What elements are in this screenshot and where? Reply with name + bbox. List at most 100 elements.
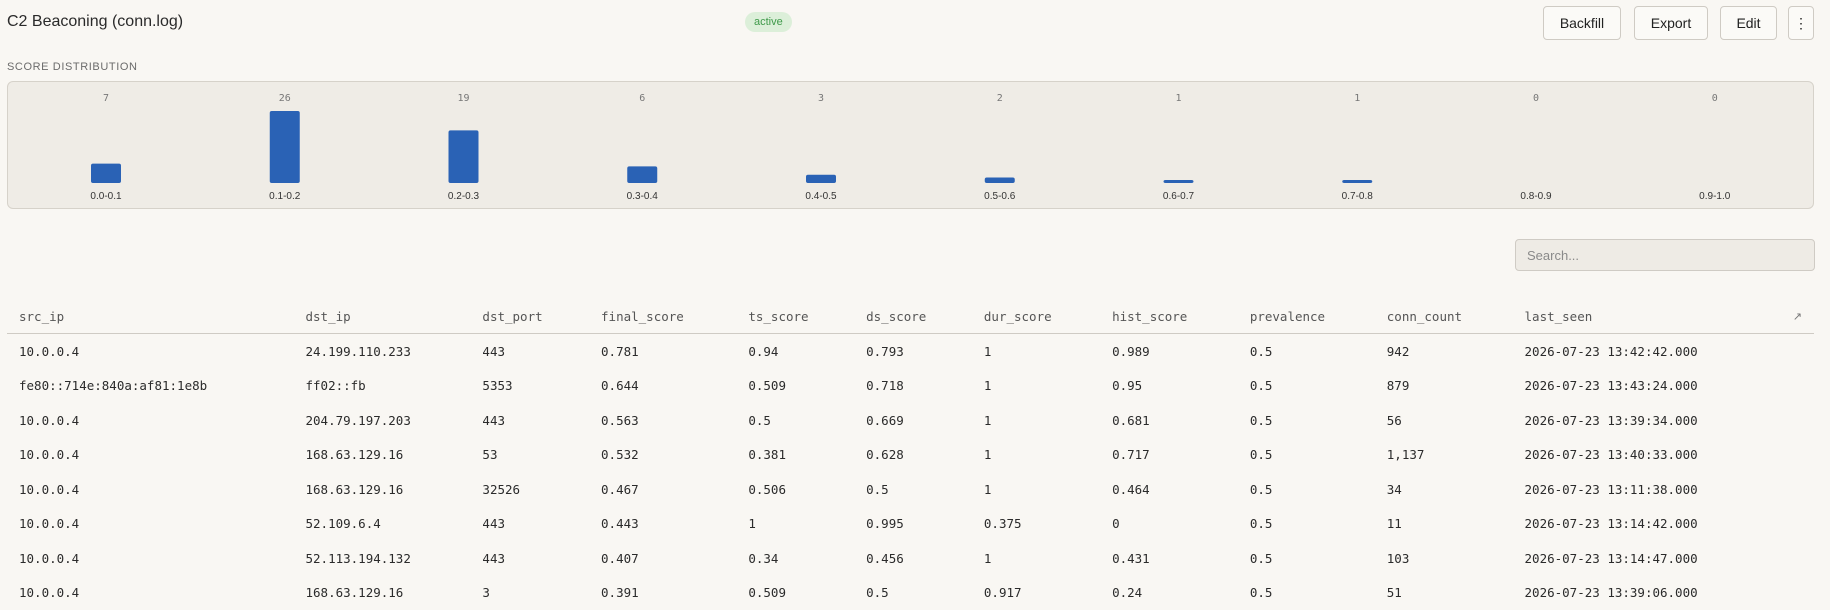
cell-prevalence: 0.5 [1238, 334, 1375, 369]
bar-category-label: 0.1-0.2 [269, 191, 301, 202]
bar-category-label: 0.5-0.6 [984, 191, 1016, 202]
bar-category-label: 0.4-0.5 [805, 191, 837, 202]
row-filler [1781, 541, 1814, 576]
bar-count-label: 1 [1175, 93, 1181, 104]
score-distribution-label: SCORE DISTRIBUTION [7, 61, 138, 73]
cell-final-score: 0.443 [589, 507, 736, 542]
cell-conn-count: 942 [1375, 334, 1513, 369]
score-distribution-chart: 70.0-0.1260.1-0.2190.2-0.360.3-0.430.4-0… [7, 81, 1814, 209]
expand-icon[interactable]: ↗ [1781, 300, 1814, 334]
row-filler [1781, 334, 1814, 369]
histogram-bar[interactable] [449, 130, 479, 183]
table-row[interactable]: 10.0.0.4168.63.129.1630.3910.5090.50.917… [7, 576, 1814, 610]
cell-dst-ip: ff02::fb [294, 369, 471, 404]
cell-hist-score: 0.717 [1100, 438, 1238, 473]
histogram-bar[interactable] [806, 175, 836, 183]
row-filler [1781, 438, 1814, 473]
cell-dst-port: 3 [470, 576, 589, 610]
table-row[interactable]: 10.0.0.424.199.110.2334430.7810.940.7931… [7, 334, 1814, 369]
cell-ds-score: 0.669 [854, 403, 972, 438]
row-filler [1781, 472, 1814, 507]
cell-final-score: 0.391 [589, 576, 736, 610]
cell-hist-score: 0.24 [1100, 576, 1238, 610]
histogram-bar[interactable] [1342, 180, 1372, 183]
bar-count-label: 6 [639, 93, 645, 104]
column-header-hist-score[interactable]: hist_score [1100, 300, 1238, 334]
cell-conn-count: 103 [1375, 541, 1513, 576]
bar-category-label: 0.7-0.8 [1342, 191, 1374, 202]
cell-conn-count: 34 [1375, 472, 1513, 507]
cell-src-ip: 10.0.0.4 [7, 438, 294, 473]
column-header-last-seen[interactable]: last_seen [1513, 300, 1781, 334]
column-header-dst-port[interactable]: dst_port [470, 300, 589, 334]
export-button[interactable]: Export [1634, 6, 1708, 40]
histogram-bar[interactable] [985, 177, 1015, 183]
bar-count-label: 3 [818, 93, 824, 104]
cell-ts-score: 0.509 [736, 369, 854, 404]
cell-conn-count: 1,137 [1375, 438, 1513, 473]
cell-ts-score: 0.34 [736, 541, 854, 576]
table-row[interactable]: 10.0.0.452.109.6.44430.44310.9950.37500.… [7, 507, 1814, 542]
cell-prevalence: 0.5 [1238, 403, 1375, 438]
edit-button[interactable]: Edit [1720, 6, 1777, 40]
bar-count-label: 0 [1533, 93, 1539, 104]
page-title: C2 Beaconing (conn.log) [7, 13, 183, 31]
cell-dst-ip: 24.199.110.233 [294, 334, 471, 369]
cell-final-score: 0.467 [589, 472, 736, 507]
table-row[interactable]: 10.0.0.4168.63.129.16325260.4670.5060.51… [7, 472, 1814, 507]
cell-last-seen: 2026-07-23 13:14:47.000 [1513, 541, 1781, 576]
backfill-button[interactable]: Backfill [1543, 6, 1621, 40]
cell-final-score: 0.563 [589, 403, 736, 438]
column-header-dst-ip[interactable]: dst_ip [294, 300, 471, 334]
cell-last-seen: 2026-07-23 13:39:06.000 [1513, 576, 1781, 610]
cell-ts-score: 0.506 [736, 472, 854, 507]
column-header-src-ip[interactable]: src_ip [7, 300, 294, 334]
cell-dst-port: 53 [470, 438, 589, 473]
cell-final-score: 0.781 [589, 334, 736, 369]
cell-ts-score: 0.381 [736, 438, 854, 473]
cell-ts-score: 0.94 [736, 334, 854, 369]
cell-conn-count: 51 [1375, 576, 1513, 610]
search-input[interactable] [1515, 239, 1815, 271]
histogram-bar[interactable] [1164, 180, 1194, 183]
cell-last-seen: 2026-07-23 13:42:42.000 [1513, 334, 1781, 369]
column-header-prevalence[interactable]: prevalence [1238, 300, 1375, 334]
column-header-final-score[interactable]: final_score [589, 300, 736, 334]
table-row[interactable]: 10.0.0.452.113.194.1324430.4070.340.4561… [7, 541, 1814, 576]
cell-hist-score: 0.464 [1100, 472, 1238, 507]
cell-last-seen: 2026-07-23 13:43:24.000 [1513, 369, 1781, 404]
cell-prevalence: 0.5 [1238, 369, 1375, 404]
bar-count-label: 1 [1354, 93, 1360, 104]
column-header-conn-count[interactable]: conn_count [1375, 300, 1513, 334]
column-header-dur-score[interactable]: dur_score [972, 300, 1100, 334]
cell-dur-score: 1 [972, 334, 1100, 369]
cell-conn-count: 879 [1375, 369, 1513, 404]
histogram-bar[interactable] [270, 111, 300, 183]
cell-last-seen: 2026-07-23 13:39:34.000 [1513, 403, 1781, 438]
cell-dst-ip: 168.63.129.16 [294, 438, 471, 473]
cell-hist-score: 0.95 [1100, 369, 1238, 404]
table-row[interactable]: 10.0.0.4204.79.197.2034430.5630.50.66910… [7, 403, 1814, 438]
table-row[interactable]: 10.0.0.4168.63.129.16530.5320.3810.62810… [7, 438, 1814, 473]
cell-conn-count: 56 [1375, 403, 1513, 438]
cell-last-seen: 2026-07-23 13:11:38.000 [1513, 472, 1781, 507]
bar-category-label: 0.8-0.9 [1520, 191, 1552, 202]
column-header-ds-score[interactable]: ds_score [854, 300, 972, 334]
cell-src-ip: 10.0.0.4 [7, 403, 294, 438]
row-filler [1781, 403, 1814, 438]
cell-ds-score: 0.995 [854, 507, 972, 542]
cell-dst-port: 443 [470, 403, 589, 438]
bar-category-label: 0.0-0.1 [90, 191, 122, 202]
histogram-bar[interactable] [91, 164, 121, 183]
cell-final-score: 0.532 [589, 438, 736, 473]
column-header-ts-score[interactable]: ts_score [736, 300, 854, 334]
cell-ts-score: 0.5 [736, 403, 854, 438]
table-row[interactable]: fe80::714e:840a:af81:1e8bff02::fb53530.6… [7, 369, 1814, 404]
cell-prevalence: 0.5 [1238, 438, 1375, 473]
histogram-svg: 70.0-0.1260.1-0.2190.2-0.360.3-0.430.4-0… [8, 82, 1813, 208]
results-table: src_ipdst_ipdst_portfinal_scorets_scored… [7, 300, 1814, 610]
cell-ts-score: 1 [736, 507, 854, 542]
more-options-button[interactable]: ⋮ [1788, 6, 1814, 40]
histogram-bar[interactable] [627, 166, 657, 183]
bar-count-label: 26 [279, 93, 291, 104]
